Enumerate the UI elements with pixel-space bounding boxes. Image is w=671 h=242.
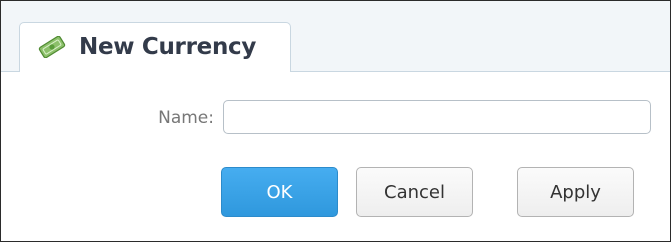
new-currency-dialog: New Currency Name: OK Cancel Apply xyxy=(0,0,671,242)
ok-button[interactable]: OK xyxy=(221,167,338,217)
tab-title: New Currency xyxy=(79,34,257,60)
cancel-button[interactable]: Cancel xyxy=(356,167,473,217)
tab-new-currency[interactable]: New Currency xyxy=(19,22,291,71)
name-label: Name: xyxy=(158,108,214,128)
apply-button[interactable]: Apply xyxy=(517,167,634,217)
active-tab-gap xyxy=(20,71,290,72)
name-input[interactable] xyxy=(223,100,651,134)
money-icon xyxy=(37,35,67,59)
